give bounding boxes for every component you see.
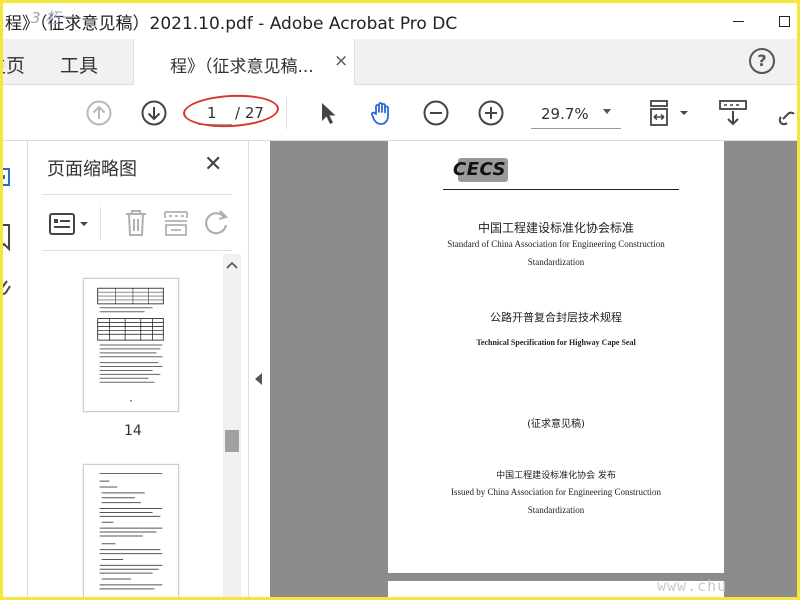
tab-bar: 主页 工具 程》（征求意见稿... × ? [3,39,797,85]
chevron-up-icon [226,261,238,269]
draft-label: (征求意见稿) [527,419,585,430]
issuer-en-line1: Issued by China Association for Engineer… [451,487,661,497]
hand-tool-icon[interactable] [367,99,395,127]
minimize-button[interactable] [715,3,761,39]
bookmarks-icon[interactable] [3,223,19,253]
select-cursor-icon[interactable] [314,99,342,127]
panel-divider [42,250,232,251]
corner-watermark: 3 朽一 [31,9,76,27]
fit-page-icon[interactable] [648,99,692,127]
panel-scrollbar[interactable] [223,254,241,597]
page-thumbnails-panel: 页面缩略图 ✕ 14 [28,141,248,597]
link-icon[interactable] [777,99,797,127]
scroll-up-icon[interactable] [223,254,241,276]
scroll-mode-icon[interactable] [717,99,749,127]
next-page-icon[interactable] [140,99,168,127]
specification-title-cn: 公路开普复合封层技术规程 [490,311,622,324]
cecs-logo: CECS [453,159,507,180]
previous-page-icon[interactable] [85,99,113,127]
specification-title-en: Technical Specification for Highway Cape… [476,338,636,347]
chevron-down-icon [603,109,611,114]
pdf-page: CECS 中国工程建设标准化协会标准 Standard of China Ass… [388,141,724,573]
zoom-in-icon[interactable] [477,99,505,127]
collapse-panel-icon[interactable] [255,373,262,385]
panel-divider [42,194,232,195]
close-panel-button[interactable]: ✕ [204,152,222,177]
issuer-en-line2: Standardization [527,505,585,515]
panel-tools-divider [100,207,101,239]
standard-title-en-line2: Standardization [527,257,585,267]
close-tab-button[interactable]: × [334,51,348,71]
thumbnail-page-14[interactable] [83,278,179,412]
thumbnail-page-label: 14 [124,423,142,439]
thumbnail-options-icon[interactable] [48,211,92,237]
rotate-page-icon[interactable] [202,209,232,237]
acrobat-window: 程》（征求意见稿）2021.10.pdf - Adobe Acrobat Pro… [3,3,797,597]
tab-document[interactable]: 程》（征求意见稿... × [133,39,355,85]
page-thumbnails-icon[interactable] [3,165,19,189]
issuer-cn: 中国工程建设标准化协会 发布 [496,471,616,481]
zoom-select[interactable]: 29.7% [531,99,621,129]
tab-home[interactable]: 主页 [3,51,25,78]
maximize-button[interactable] [761,3,797,39]
tab-tools[interactable]: 工具 [60,51,98,78]
help-button[interactable]: ? [749,48,775,74]
scroll-thumb[interactable] [225,430,239,452]
site-watermark: www.chu [657,577,728,595]
standard-title-cn: 中国工程建设标准化协会标准 [477,221,634,235]
navigation-rail [3,141,28,597]
panel-collapse-rail [248,141,270,597]
document-viewer[interactable]: CECS 中国工程建设标准化协会标准 Standard of China Ass… [270,141,797,597]
panel-toolbar [42,199,232,249]
minimize-icon [732,20,744,22]
header-rule [443,189,679,190]
title-bar: 程》（征求意见稿）2021.10.pdf - Adobe Acrobat Pro… [3,3,797,39]
toolbar: 1 / 27 29.7% [3,85,797,141]
delete-page-icon[interactable] [122,208,150,238]
maximize-icon [778,15,790,27]
toolbar-divider [286,97,287,129]
thumbnail-page-15[interactable] [83,464,179,597]
panel-title: 页面缩略图 [47,159,137,180]
zoom-out-icon[interactable] [422,99,450,127]
standard-title-en-line1: Standard of China Association for Engine… [447,239,665,249]
extract-pages-icon[interactable] [162,208,190,238]
zoom-value: 29.7% [541,105,589,123]
attachments-icon[interactable] [3,277,19,301]
document-tab-label: 程》（征求意见稿... [170,57,314,77]
